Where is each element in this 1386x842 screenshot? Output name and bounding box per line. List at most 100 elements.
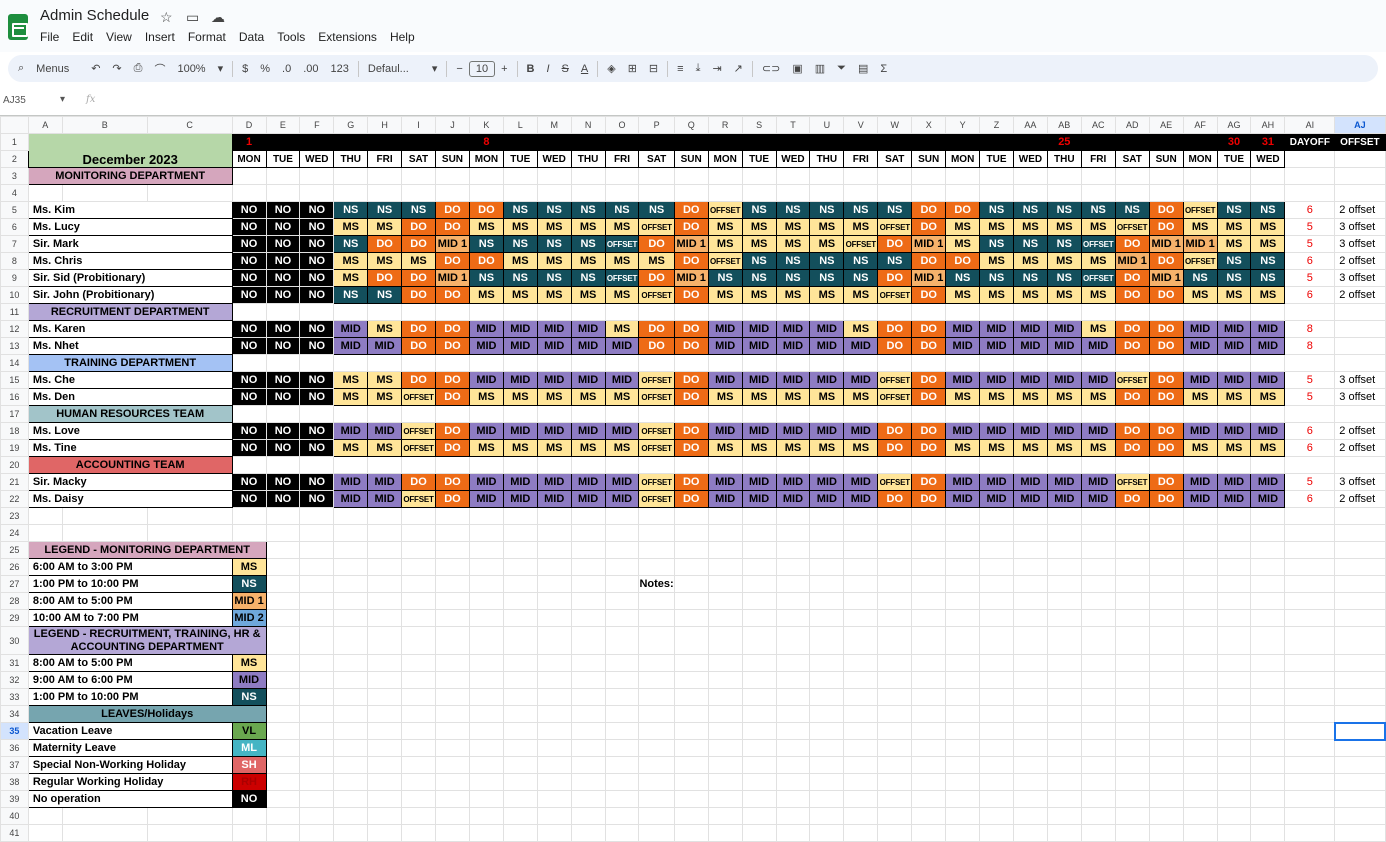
shift-cell[interactable]: MID: [1182, 337, 1218, 355]
shift-cell[interactable]: NO: [231, 218, 267, 236]
dayoff-count[interactable]: 5: [1284, 269, 1336, 287]
cell[interactable]: [809, 654, 845, 672]
shift-cell[interactable]: MS: [333, 269, 369, 287]
cell[interactable]: [979, 592, 1014, 610]
shift-cell[interactable]: DO: [435, 286, 470, 304]
cell[interactable]: [468, 739, 504, 757]
shift-cell[interactable]: MID: [775, 422, 811, 440]
row-header[interactable]: 19: [0, 439, 29, 457]
offset-count[interactable]: [1334, 320, 1386, 338]
shift-cell[interactable]: NO: [299, 235, 335, 253]
cell[interactable]: [299, 558, 335, 576]
shift-cell[interactable]: MS: [367, 439, 403, 457]
cell[interactable]: [1284, 405, 1336, 423]
shift-cell[interactable]: DO: [1148, 439, 1184, 457]
cell[interactable]: [1216, 688, 1252, 706]
cell[interactable]: [775, 654, 811, 672]
shift-cell[interactable]: MS: [1216, 218, 1252, 236]
dayoff-count[interactable]: 5: [1284, 218, 1336, 236]
cell[interactable]: [435, 405, 470, 423]
cell[interactable]: [146, 184, 233, 202]
cell[interactable]: [638, 507, 675, 525]
cell[interactable]: [1148, 609, 1184, 627]
cell[interactable]: [1250, 773, 1286, 791]
cell[interactable]: [1114, 671, 1150, 689]
shift-cell[interactable]: MID: [775, 337, 811, 355]
employee-name[interactable]: Ms. Che: [27, 371, 233, 389]
date-cell[interactable]: 14: [673, 133, 709, 151]
cell[interactable]: [638, 592, 675, 610]
cell[interactable]: [502, 705, 538, 723]
shift-cell[interactable]: MID: [1080, 490, 1116, 508]
cell[interactable]: [1250, 167, 1286, 185]
legend-code[interactable]: NO: [231, 790, 267, 808]
shift-cell[interactable]: MID: [843, 422, 879, 440]
cell[interactable]: [401, 592, 436, 610]
cell[interactable]: [741, 671, 777, 689]
cell[interactable]: [536, 558, 572, 576]
shift-cell[interactable]: NO: [299, 337, 335, 355]
cell[interactable]: [27, 524, 63, 542]
column-header[interactable]: AF: [1182, 116, 1218, 134]
cell[interactable]: [604, 688, 640, 706]
shift-cell[interactable]: MID: [502, 337, 538, 355]
cell[interactable]: [1182, 524, 1218, 542]
cell[interactable]: [435, 824, 470, 842]
shift-cell[interactable]: MS: [945, 286, 981, 304]
cell[interactable]: [1250, 558, 1286, 576]
cell[interactable]: [1114, 575, 1150, 593]
cell[interactable]: [911, 575, 947, 593]
shift-cell[interactable]: NS: [1216, 269, 1252, 287]
cell[interactable]: [673, 739, 709, 757]
shift-cell[interactable]: MS: [1046, 218, 1082, 236]
row-header[interactable]: 23: [0, 507, 29, 525]
date-cell[interactable]: 18: [809, 133, 845, 151]
shift-cell[interactable]: MID: [707, 320, 743, 338]
shift-cell[interactable]: MID: [333, 422, 369, 440]
cell[interactable]: [468, 626, 504, 655]
cell[interactable]: [1216, 592, 1252, 610]
shift-cell[interactable]: DO: [877, 269, 913, 287]
cell[interactable]: [367, 626, 403, 655]
cell[interactable]: [435, 558, 470, 576]
cell[interactable]: [809, 354, 845, 372]
shift-cell[interactable]: MID: [809, 422, 845, 440]
shift-cell[interactable]: DO: [468, 252, 504, 270]
cell[interactable]: [775, 354, 811, 372]
cell[interactable]: [570, 167, 606, 185]
cell[interactable]: [1334, 150, 1386, 168]
shift-cell[interactable]: NO: [299, 286, 335, 304]
cell[interactable]: [809, 609, 845, 627]
cell[interactable]: [502, 824, 538, 842]
cell[interactable]: [1284, 790, 1336, 808]
cell[interactable]: [1250, 626, 1286, 655]
shift-cell[interactable]: MID: [1250, 337, 1286, 355]
shift-cell[interactable]: MS: [843, 218, 879, 236]
menu-extensions[interactable]: Extensions: [318, 30, 377, 44]
cell[interactable]: [265, 456, 301, 474]
cell[interactable]: [979, 626, 1014, 655]
cell[interactable]: [945, 609, 981, 627]
shift-cell[interactable]: MID: [1080, 422, 1116, 440]
shift-cell[interactable]: MID: [707, 473, 743, 491]
cell[interactable]: [604, 303, 640, 321]
shift-cell[interactable]: MID: [570, 320, 606, 338]
shift-cell[interactable]: MS: [536, 388, 572, 406]
cell[interactable]: [1284, 558, 1336, 576]
shift-cell[interactable]: MS: [1250, 286, 1286, 304]
date-cell[interactable]: 11: [570, 133, 606, 151]
cell[interactable]: [231, 456, 267, 474]
shift-cell[interactable]: MID 1: [1114, 252, 1150, 270]
shift-cell[interactable]: MID: [536, 337, 572, 355]
cell[interactable]: [570, 739, 606, 757]
row-header[interactable]: 36: [0, 739, 29, 757]
cell[interactable]: [299, 303, 335, 321]
cell[interactable]: [809, 507, 845, 525]
cell[interactable]: [367, 354, 403, 372]
cell[interactable]: [570, 507, 606, 525]
cell[interactable]: [843, 303, 879, 321]
shift-cell[interactable]: MS: [468, 286, 504, 304]
row-header[interactable]: 33: [0, 688, 29, 706]
shift-cell[interactable]: NS: [1250, 269, 1286, 287]
cell[interactable]: [1216, 807, 1252, 825]
